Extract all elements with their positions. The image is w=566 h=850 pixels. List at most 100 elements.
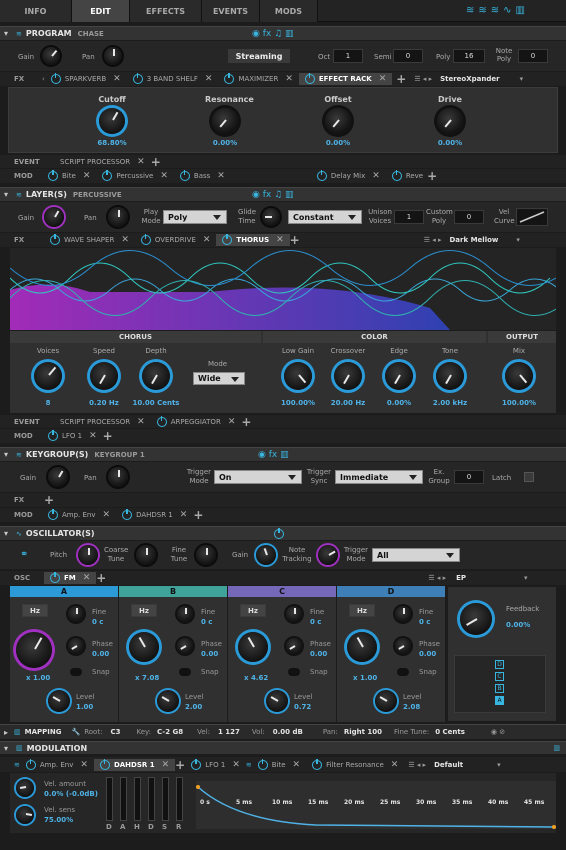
- tab-mods[interactable]: MODS: [260, 0, 318, 22]
- hz-button[interactable]: Hz: [22, 604, 48, 617]
- wrench-icon[interactable]: 🔧: [72, 728, 81, 736]
- tab-events[interactable]: EVENTS: [202, 0, 260, 22]
- chorus-knob[interactable]: [90, 362, 118, 390]
- unison-field[interactable]: 1: [394, 210, 424, 224]
- fine-knob[interactable]: [68, 606, 84, 622]
- operator-header[interactable]: D: [337, 586, 445, 597]
- operator-header[interactable]: C: [228, 586, 336, 597]
- snap-toggle[interactable]: [288, 668, 300, 676]
- collapse-icon[interactable]: ▾: [4, 29, 8, 38]
- ratio-knob[interactable]: [238, 632, 268, 662]
- chorus-knob[interactable]: [334, 362, 362, 390]
- mode-select[interactable]: Wide: [193, 372, 245, 385]
- pan-knob[interactable]: [108, 467, 128, 487]
- ratio-knob[interactable]: [129, 632, 159, 662]
- mod-chip[interactable]: Bass ✕: [174, 170, 231, 182]
- tab-edit[interactable]: EDIT: [72, 0, 130, 22]
- collapse-icon[interactable]: ▾: [4, 529, 8, 538]
- chorus-knob[interactable]: [284, 362, 312, 390]
- menu-icon[interactable]: ☰ ◂ ▸: [408, 761, 426, 769]
- operator-header[interactable]: A: [10, 586, 118, 597]
- fine-knob[interactable]: [286, 606, 302, 622]
- add-icon[interactable]: +: [151, 155, 161, 169]
- expand-icon[interactable]: ▸: [4, 728, 8, 737]
- fine-knob[interactable]: [177, 606, 193, 622]
- ex-group-field[interactable]: 0: [454, 470, 484, 484]
- gain-knob[interactable]: [48, 467, 68, 487]
- algorithm-display[interactable]: DCBA: [454, 655, 546, 713]
- mod-chip[interactable]: Amp. Env ✕: [20, 758, 94, 771]
- add-icon[interactable]: +: [396, 72, 406, 86]
- fx-chip[interactable]: 3 BAND SHELF ✕: [127, 73, 219, 85]
- envelope-slider[interactable]: [106, 777, 113, 821]
- phase-knob[interactable]: [286, 638, 302, 654]
- mod-chip[interactable]: Percussive ✕: [96, 170, 174, 182]
- fx-chip-active[interactable]: EFFECT RACK ✕: [298, 73, 393, 85]
- ratio-knob[interactable]: [16, 632, 52, 668]
- gain-knob[interactable]: [42, 47, 60, 65]
- add-icon[interactable]: +: [290, 233, 300, 247]
- mod-chip[interactable]: Bite ✕: [252, 758, 306, 771]
- pan-knob[interactable]: [104, 47, 122, 65]
- add-icon[interactable]: +: [44, 493, 54, 507]
- snap-toggle[interactable]: [179, 668, 191, 676]
- envelope-graph[interactable]: 0 s5 ms 10 ms 15 ms 20 ms 25 ms 30 ms 35 ms 40 …: [196, 781, 556, 829]
- mod-chip[interactable]: Reve +: [386, 169, 443, 183]
- latch-checkbox[interactable]: [524, 472, 534, 482]
- layer-toolbar-icons[interactable]: ◉ fx ♫ ▥: [252, 190, 294, 200]
- osc-chip[interactable]: FM ✕: [44, 572, 97, 584]
- effect-knob[interactable]: [212, 108, 238, 134]
- menu-icon[interactable]: ☰ ◂ ▸: [428, 574, 446, 582]
- effect-knob[interactable]: [325, 108, 351, 134]
- mod-chip[interactable]: LFO 1 ✕: [42, 430, 103, 442]
- fx-chip[interactable]: OVERDRIVE ✕: [135, 234, 217, 246]
- fine-knob[interactable]: [196, 545, 216, 565]
- osc-trigger-select[interactable]: All: [372, 548, 460, 562]
- osc-preset[interactable]: EP: [456, 574, 466, 582]
- fine-knob[interactable]: [395, 606, 411, 622]
- trigger-mode-select[interactable]: On: [214, 470, 302, 484]
- mod-chip[interactable]: Bite ✕: [42, 170, 96, 182]
- keygroup-toolbar-icons[interactable]: ◉ fx ▥: [258, 450, 289, 460]
- envelope-slider[interactable]: [120, 777, 127, 821]
- mod-chip[interactable]: LFO 1 ✕: [185, 758, 246, 771]
- mod-chip[interactable]: Delay Mix ✕: [311, 170, 386, 182]
- effect-knob[interactable]: [99, 108, 125, 134]
- collapse-icon[interactable]: ▾: [4, 190, 8, 199]
- feedback-knob[interactable]: [460, 603, 492, 635]
- envelope-slider[interactable]: [176, 777, 183, 821]
- power-icon[interactable]: [274, 527, 284, 539]
- add-icon[interactable]: +: [241, 415, 251, 429]
- mod-chip[interactable]: Amp. Env ✕: [42, 509, 116, 521]
- fx-chip[interactable]: MAXIMIZER ✕: [218, 73, 298, 85]
- chorus-knob[interactable]: [142, 362, 170, 390]
- phase-knob[interactable]: [68, 638, 84, 654]
- vel-amount-knob[interactable]: [16, 779, 34, 797]
- add-icon[interactable]: +: [96, 571, 106, 585]
- fx-chip[interactable]: WAVE SHAPER ✕: [44, 234, 135, 246]
- snap-toggle[interactable]: [70, 668, 82, 676]
- osc-gain-knob[interactable]: [256, 545, 276, 565]
- pitch-knob[interactable]: [78, 545, 98, 565]
- mod-chip[interactable]: Filter Resonance ✕: [306, 758, 404, 771]
- chorus-knob[interactable]: [505, 362, 533, 390]
- fx-chip[interactable]: SPARKVERB ✕: [45, 73, 127, 85]
- poly-field[interactable]: 16: [453, 49, 485, 63]
- power-icon[interactable]: [50, 73, 61, 84]
- chorus-knob[interactable]: [385, 362, 413, 390]
- menu-icon[interactable]: ☰ ◂ ▸: [414, 75, 432, 83]
- fx-preset[interactable]: StereoXpander: [440, 75, 499, 83]
- event-chip[interactable]: SCRIPT PROCESSOR ✕: [54, 416, 151, 428]
- ratio-knob[interactable]: [347, 632, 377, 662]
- collapse-icon[interactable]: ▾: [4, 744, 8, 753]
- envelope-slider[interactable]: [162, 777, 169, 821]
- event-chip[interactable]: SCRIPT PROCESSOR ✕: [54, 156, 151, 168]
- power-icon[interactable]: [224, 73, 235, 84]
- phase-knob[interactable]: [395, 638, 411, 654]
- vel-sens-knob[interactable]: [16, 806, 34, 824]
- level-knob[interactable]: [266, 690, 288, 712]
- coarse-knob[interactable]: [136, 545, 156, 565]
- hz-button[interactable]: Hz: [131, 604, 157, 617]
- chorus-knob[interactable]: [34, 362, 62, 390]
- level-knob[interactable]: [157, 690, 179, 712]
